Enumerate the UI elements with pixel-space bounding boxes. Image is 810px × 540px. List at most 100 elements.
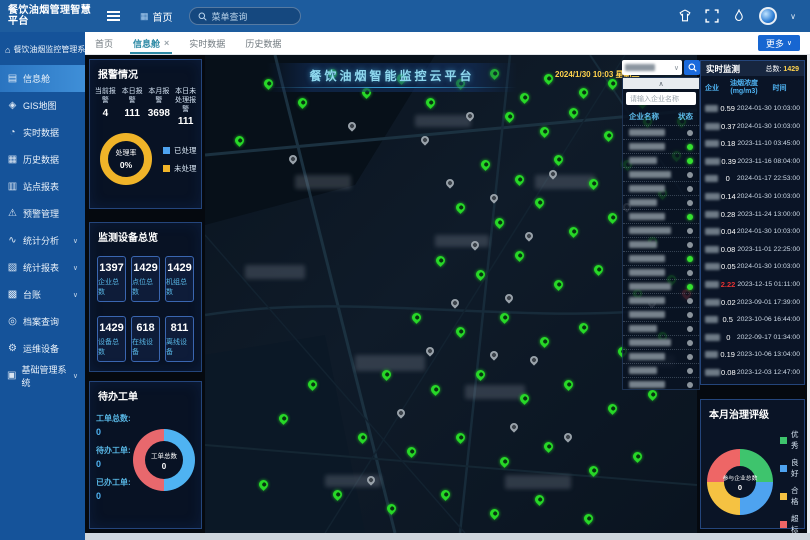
realtime-row[interactable]: 0.052024-01-30 10:03:00 bbox=[701, 258, 804, 276]
workorder-donut: 工单总数 0 bbox=[133, 429, 195, 491]
close-icon[interactable]: × bbox=[164, 38, 169, 48]
realtime-row[interactable]: 0.392023-11-16 08:04:00 bbox=[701, 153, 804, 171]
realtime-row[interactable]: 0.192023-10-06 13:04:00 bbox=[701, 346, 804, 364]
company-row[interactable] bbox=[623, 266, 699, 280]
realtime-row[interactable]: 0.182023-11-10 03:45:00 bbox=[701, 135, 804, 153]
realtime-row[interactable]: 0.042024-01-30 10:03:00 bbox=[701, 223, 804, 241]
sidebar-item-12[interactable]: ▣基础管理系统∨ bbox=[0, 362, 85, 389]
company-row[interactable] bbox=[623, 280, 699, 294]
realtime-row[interactable]: 0.142024-01-30 10:03:00 bbox=[701, 188, 804, 206]
legend-item: 未处理 bbox=[163, 163, 197, 174]
company-row[interactable] bbox=[623, 238, 699, 252]
company-row[interactable] bbox=[623, 308, 699, 322]
realtime-row[interactable]: 0.082023-11-01 22:25:00 bbox=[701, 241, 804, 259]
map-blur-patch bbox=[535, 175, 595, 189]
realtime-time: 2023-12-03 12:47:00 bbox=[737, 369, 800, 376]
device-stat-label: 机组总数 bbox=[166, 277, 193, 297]
company-row[interactable] bbox=[623, 322, 699, 336]
alarm-rate-value: 0% bbox=[120, 160, 132, 170]
realtime-row[interactable]: 0.022023-09-01 17:39:00 bbox=[701, 293, 804, 311]
company-row[interactable] bbox=[623, 294, 699, 308]
user-avatar[interactable] bbox=[759, 7, 777, 25]
realtime-row[interactable]: 0.082023-12-03 12:47:00 bbox=[701, 364, 804, 382]
legend-color bbox=[780, 493, 787, 500]
company-row[interactable] bbox=[623, 196, 699, 210]
sidebar-item-5[interactable]: ▥站点报表 bbox=[0, 173, 85, 200]
realtime-company-blurred bbox=[705, 299, 720, 306]
page-bottom-strip bbox=[85, 533, 810, 540]
realtime-rows: 0.592024-01-30 10:03:000.372024-01-30 10… bbox=[701, 100, 804, 382]
sidebar-item-11[interactable]: ⚙运维设备 bbox=[0, 335, 85, 362]
realtime-time: 2024-01-30 10:03:00 bbox=[737, 263, 800, 270]
tab-label: 首页 bbox=[95, 37, 113, 50]
menu-search-input[interactable]: 菜单查询 bbox=[189, 7, 301, 25]
company-row[interactable] bbox=[623, 168, 699, 182]
status-dot bbox=[687, 326, 693, 332]
company-row[interactable] bbox=[623, 140, 699, 154]
legend-item: 优秀 bbox=[780, 429, 801, 451]
device-stat-card: 1429机组总数 bbox=[165, 256, 194, 302]
sidebar-item-2[interactable]: ◈GIS地图 bbox=[0, 92, 85, 119]
realtime-row[interactable]: 0.592024-01-30 10:03:00 bbox=[701, 100, 804, 118]
company-name-blurred bbox=[629, 227, 671, 234]
company-row[interactable] bbox=[623, 364, 699, 378]
workorder-stat-label: 工单总数: bbox=[96, 413, 133, 424]
sidebar-system-header[interactable]: ⌂ 餐饮油烟监控管理系统 ∧ bbox=[0, 32, 85, 65]
realtime-total-value: 1429 bbox=[783, 66, 799, 73]
company-select[interactable]: ∨ bbox=[622, 60, 682, 75]
company-collapse-button[interactable]: ∧ bbox=[623, 78, 699, 89]
breadcrumb[interactable]: ▦ 首页 bbox=[140, 9, 173, 24]
realtime-time: 2023-12-15 01:11:00 bbox=[737, 281, 800, 288]
company-row[interactable] bbox=[623, 378, 699, 390]
sidebar-item-label: 运维设备 bbox=[23, 342, 59, 355]
device-stat-label: 点位总数 bbox=[132, 277, 159, 297]
sidebar-item-7[interactable]: ∿统计分析∨ bbox=[0, 227, 85, 254]
device-stat-card: 1397企业总数 bbox=[97, 256, 126, 302]
theme-skin-icon[interactable] bbox=[678, 9, 692, 23]
tab-4[interactable]: 历史数据 bbox=[245, 32, 281, 54]
company-name-input[interactable]: 请输入企业名称 bbox=[626, 92, 696, 105]
workorder-center-label: 工单总数 bbox=[151, 450, 177, 460]
sidebar-item-9[interactable]: ▩台账∨ bbox=[0, 281, 85, 308]
dashboard: 餐饮油烟智能监控云平台 2024/1/30 10:03 星期二 报警情况 当前报… bbox=[85, 55, 807, 533]
realtime-row[interactable]: 0.372024-01-30 10:03:00 bbox=[701, 117, 804, 135]
realtime-time: 2024-01-30 10:03:00 bbox=[737, 228, 800, 235]
tab-2[interactable]: 信息舱× bbox=[133, 32, 169, 54]
more-button[interactable]: 更多 ∨ bbox=[758, 35, 800, 51]
company-row[interactable] bbox=[623, 336, 699, 350]
company-row[interactable] bbox=[623, 210, 699, 224]
realtime-density-value: 0.28 bbox=[719, 210, 738, 219]
realtime-row[interactable]: 0.52023-10-06 16:44:00 bbox=[701, 311, 804, 329]
company-name-blurred bbox=[629, 213, 665, 220]
menu-toggle-icon[interactable] bbox=[107, 11, 120, 21]
company-row[interactable] bbox=[623, 126, 699, 140]
realtime-company-blurred bbox=[705, 263, 720, 270]
sidebar-item-10[interactable]: ◎档案查询 bbox=[0, 308, 85, 335]
tab-1[interactable]: 首页 bbox=[95, 32, 113, 54]
alarm-flame-icon[interactable] bbox=[732, 9, 746, 23]
sidebar-item-3[interactable]: ◔实时数据 bbox=[0, 119, 85, 146]
alarm-stat: 本月报警3698 bbox=[147, 88, 172, 127]
company-row[interactable] bbox=[623, 224, 699, 238]
sidebar-item-1[interactable]: ▤信息舱 bbox=[0, 65, 85, 92]
sidebar-item-8[interactable]: ▧统计报表∨ bbox=[0, 254, 85, 281]
alarm-panel: 报警情况 当前报警4本日报警111本月报警3698本日未处理报警111 处理率 … bbox=[89, 59, 202, 209]
realtime-row[interactable]: 0.282023-11-24 13:00:00 bbox=[701, 205, 804, 223]
company-row[interactable] bbox=[623, 154, 699, 168]
realtime-company-blurred bbox=[705, 351, 718, 358]
tab-3[interactable]: 实时数据 bbox=[189, 32, 225, 54]
sidebar-item-6[interactable]: ⚠预警管理 bbox=[0, 200, 85, 227]
realtime-row[interactable]: 2.222023-12-15 01:11:00 bbox=[701, 276, 804, 294]
company-name-blurred bbox=[629, 339, 671, 346]
realtime-time: 2023-10-06 16:44:00 bbox=[737, 316, 800, 323]
sidebar-item-4[interactable]: ▦历史数据 bbox=[0, 146, 85, 173]
fullscreen-icon[interactable] bbox=[705, 9, 719, 23]
chevron-down-icon[interactable]: ∨ bbox=[790, 12, 796, 21]
company-row[interactable] bbox=[623, 350, 699, 364]
realtime-row[interactable]: 02022-09-17 01:34:00 bbox=[701, 329, 804, 347]
company-search-button[interactable] bbox=[684, 60, 700, 75]
status-dot bbox=[687, 284, 693, 290]
realtime-row[interactable]: 02024-01-17 22:53:00 bbox=[701, 170, 804, 188]
company-row[interactable] bbox=[623, 182, 699, 196]
company-row[interactable] bbox=[623, 252, 699, 266]
